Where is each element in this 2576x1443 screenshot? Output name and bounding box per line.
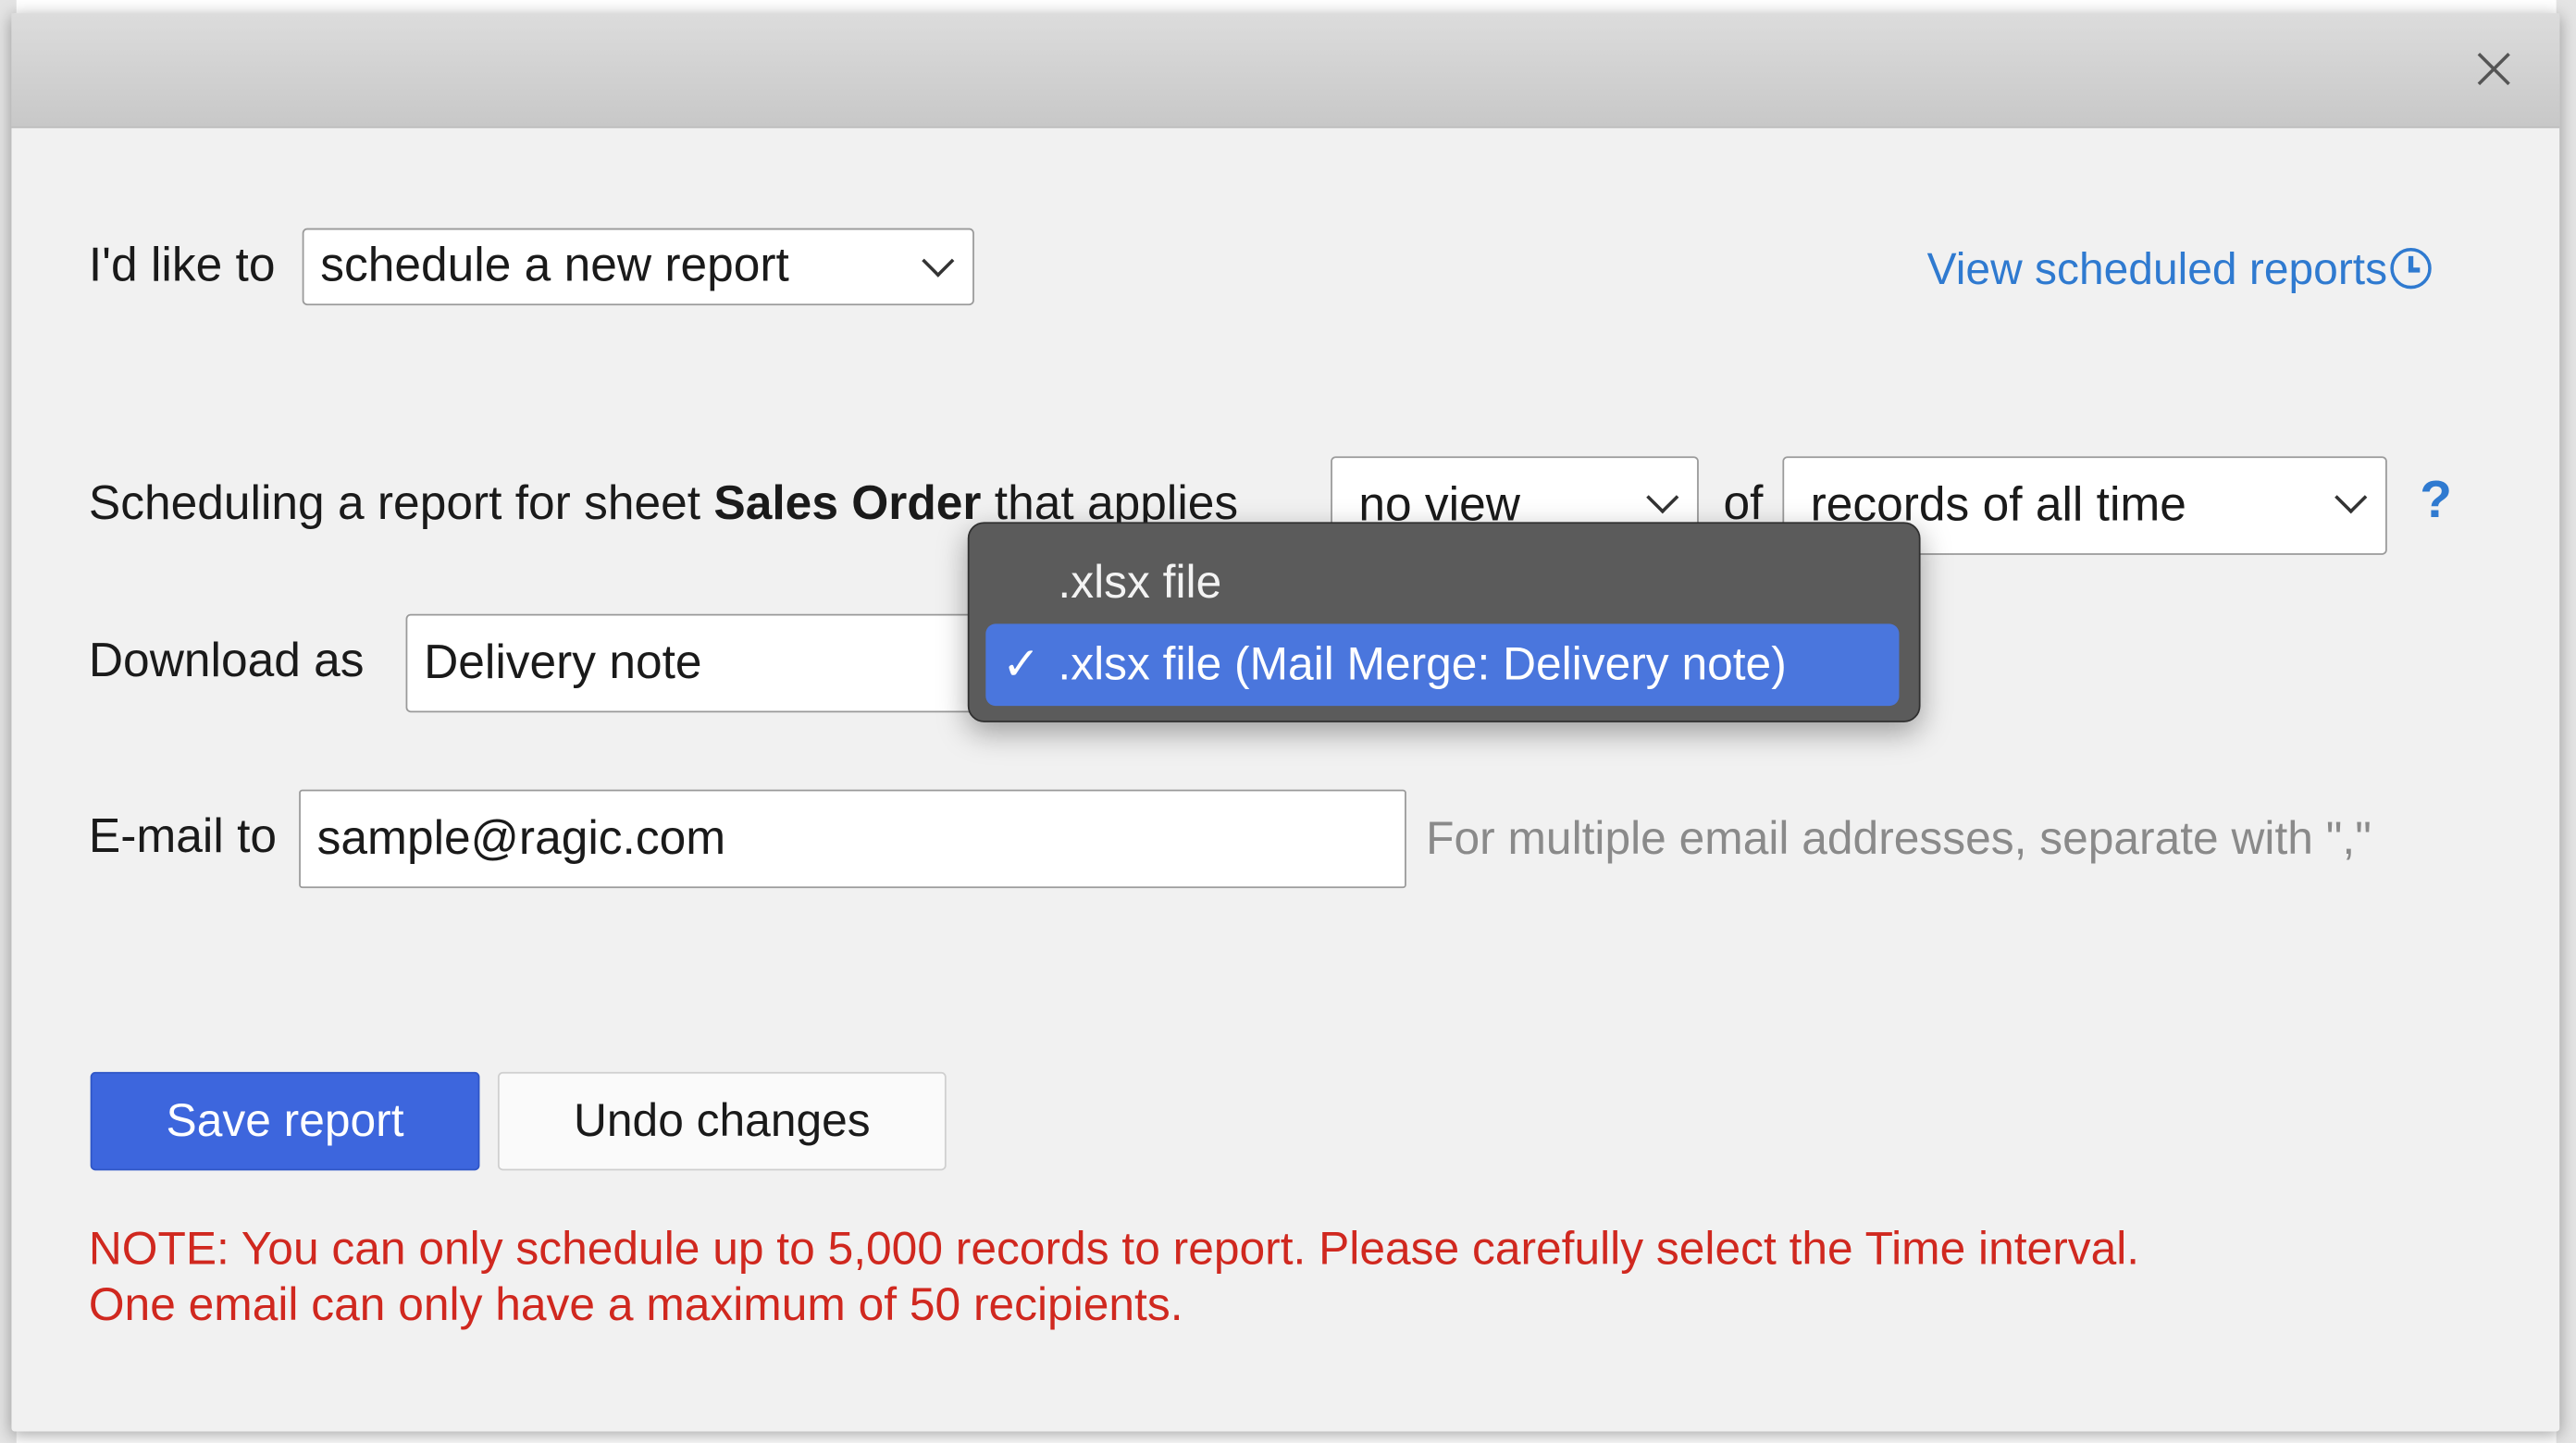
menu-item-label: .xlsx file — [1058, 556, 1222, 608]
note-text: NOTE: You can only schedule up to 5,000 … — [89, 1221, 2139, 1333]
screen-content: I'd like to schedule a new report View s… — [0, 0, 2576, 1443]
email-label: E-mail to — [88, 810, 278, 864]
dialog-titlebar — [11, 13, 2560, 129]
chevron-down-icon — [2334, 481, 2368, 514]
help-icon[interactable]: ? — [2420, 470, 2452, 531]
menu-item-xlsx-mail-merge[interactable]: ✓ .xlsx file (Mail Merge: Delivery note) — [985, 623, 1900, 707]
view-scheduled-reports-label: View scheduled reports — [1926, 244, 2388, 294]
chevron-down-icon — [1646, 481, 1679, 514]
sheet-name: Sales Order — [713, 477, 982, 531]
screen: I'd like to schedule a new report View s… — [0, 0, 2576, 1443]
menu-item-xlsx[interactable]: .xlsx file — [985, 542, 1899, 624]
intent-select-value: schedule a new report — [320, 240, 789, 292]
scheduling-prefix: Scheduling a report for sheet — [88, 477, 714, 531]
email-field[interactable]: sample@ragic.com — [299, 789, 1406, 889]
menu-item-label: .xlsx file (Mail Merge: Delivery note) — [1058, 638, 1787, 690]
save-report-button[interactable]: Save report — [90, 1071, 480, 1171]
email-field-value: sample@ragic.com — [316, 812, 726, 866]
view-scheduled-reports-link[interactable]: View scheduled reports — [1926, 244, 2433, 295]
clock-icon — [2390, 247, 2433, 290]
checkmark-icon: ✓ — [1002, 638, 1041, 690]
undo-changes-button[interactable]: Undo changes — [497, 1071, 947, 1171]
intent-select[interactable]: schedule a new report — [302, 228, 974, 306]
note-line-2: One email can only have a maximum of 50 … — [88, 1278, 1183, 1330]
download-format-select[interactable]: Delivery note — [405, 613, 1063, 713]
intent-label: I'd like to — [88, 240, 276, 292]
close-icon[interactable] — [2471, 46, 2517, 92]
download-format-menu: .xlsx file ✓ .xlsx file (Mail Merge: Del… — [967, 522, 1921, 722]
chevron-down-icon — [922, 244, 955, 278]
download-format-value: Delivery note — [424, 636, 702, 690]
email-hint: For multiple email addresses, separate w… — [1426, 812, 2372, 864]
download-label: Download as — [88, 635, 365, 688]
note-line-1: NOTE: You can only schedule up to 5,000 … — [88, 1223, 2140, 1275]
